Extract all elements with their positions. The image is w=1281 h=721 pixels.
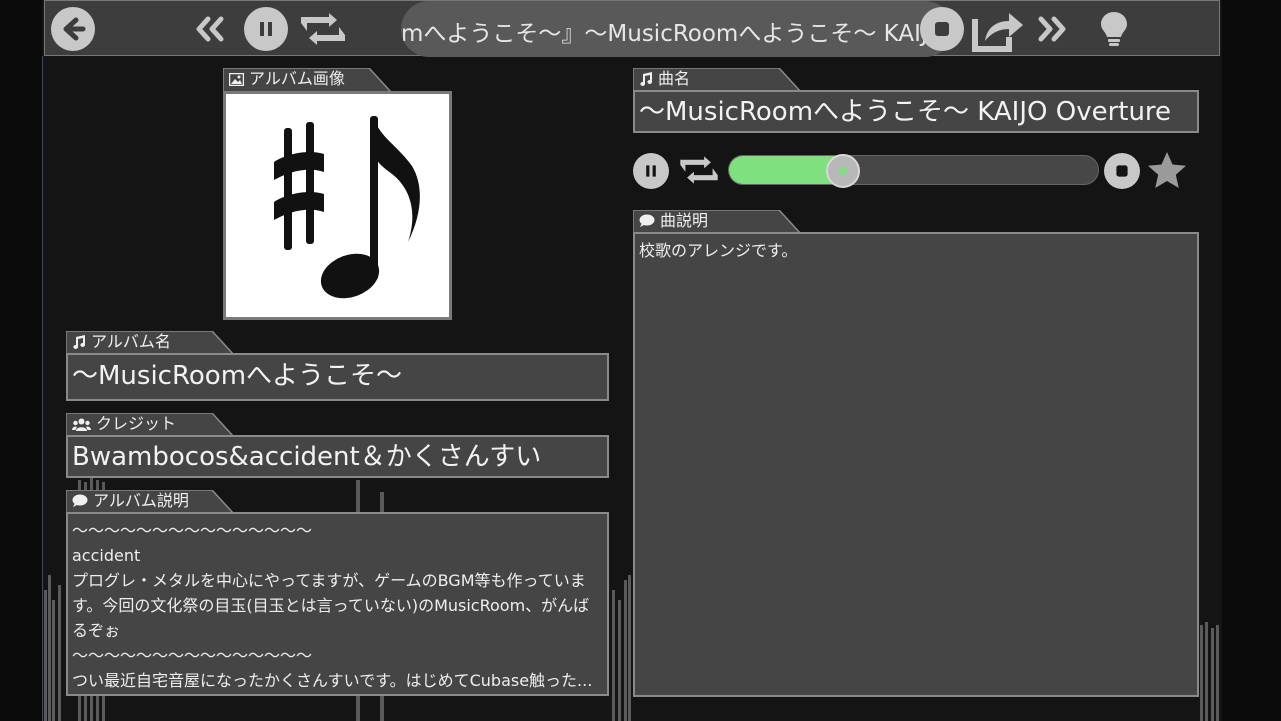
credit-value: Bwambocos&accident＆かくさんすい [72, 442, 542, 472]
song-name-tab: 曲名 [633, 68, 807, 92]
song-name-field: 〜MusicRoomへようこそ〜 KAIJO Overture [633, 90, 1199, 133]
album-desc-line: つい最近自宅音屋になったかくさんすいです。はじめてCubase触った... [72, 671, 593, 690]
song-desc-tab: 曲説明 [633, 210, 807, 234]
album-name-field: 〜MusicRoomへようこそ〜 [66, 353, 609, 401]
comment-icon [639, 214, 655, 227]
album-desc-line: す。今回の文化祭の目玉(目玉とは言っていない)のMusicRoom、がんば [72, 596, 590, 615]
users-icon [72, 418, 91, 431]
now-playing-text: mへようこそ〜』〜MusicRoomへようこそ〜 KAIJO Overture [401, 21, 953, 47]
stop-icon[interactable] [1104, 153, 1140, 189]
repeat-icon[interactable] [295, 9, 351, 49]
progress-slider[interactable] [728, 154, 1099, 188]
top-toolbar: mへようこそ〜』〜MusicRoomへようこそ〜 KAIJO Overture [44, 0, 1220, 57]
album-desc-line: プログレ・メタルを中心にやってますが、ゲームのBGM等も作っていま [72, 571, 586, 590]
credit-label: クレジット [96, 414, 177, 433]
album-desc-line: accident [72, 546, 141, 565]
song-desc-label: 曲説明 [660, 211, 709, 230]
song-desc-field[interactable]: 校歌のアレンジです。 [633, 232, 1199, 697]
song-name-value: 〜MusicRoomへようこそ〜 KAIJO Overture [639, 97, 1172, 127]
credit-tab: クレジット [66, 413, 240, 437]
window-edge [42, 56, 43, 721]
now-playing-marquee: mへようこそ〜』〜MusicRoomへようこそ〜 KAIJO Overture [401, 1, 953, 57]
lightbulb-icon[interactable] [1097, 9, 1131, 49]
repeat-icon[interactable] [675, 153, 723, 187]
music-note-icon [640, 72, 652, 86]
album-image-tab: アルバム画像 [223, 68, 397, 92]
image-icon [229, 72, 244, 86]
album-desc-field[interactable]: 〜〜〜〜〜〜〜〜〜〜〜〜〜〜〜 accident プログレ・メタルを中心にやって… [66, 512, 609, 696]
album-desc-text: 〜〜〜〜〜〜〜〜〜〜〜〜〜〜〜 accident プログレ・メタルを中心にやって… [68, 514, 607, 694]
album-name-tab: アルバム名 [66, 331, 240, 355]
share-icon[interactable] [971, 5, 1027, 53]
credit-field: Bwambocos&accident＆かくさんすい [66, 435, 609, 478]
star-icon[interactable] [1146, 150, 1188, 192]
comment-icon [72, 494, 88, 507]
song-name-label: 曲名 [658, 69, 691, 88]
album-desc-tab: アルバム説明 [66, 490, 240, 514]
back-arrow-icon[interactable] [51, 7, 95, 51]
double-chevron-left-icon[interactable] [191, 11, 227, 47]
album-desc-label: アルバム説明 [93, 491, 189, 510]
album-desc-line: るぞぉ [72, 621, 121, 640]
album-image-label: アルバム画像 [249, 69, 345, 88]
album-desc-line: 〜〜〜〜〜〜〜〜〜〜〜〜〜〜〜 [72, 646, 313, 665]
song-desc-text: 校歌のアレンジです。 [639, 241, 798, 260]
album-name-label: アルバム名 [91, 332, 171, 351]
album-artwork [223, 91, 452, 320]
stop-icon[interactable] [920, 7, 964, 51]
music-note-icon [73, 335, 85, 349]
double-chevron-right-icon[interactable] [1035, 11, 1071, 47]
album-name-value: 〜MusicRoomへようこそ〜 [72, 361, 403, 391]
progress-thumb[interactable] [826, 154, 860, 188]
album-desc-line: 〜〜〜〜〜〜〜〜〜〜〜〜〜〜〜 [72, 521, 313, 540]
pause-icon[interactable] [633, 153, 669, 189]
pause-icon[interactable] [244, 7, 288, 51]
